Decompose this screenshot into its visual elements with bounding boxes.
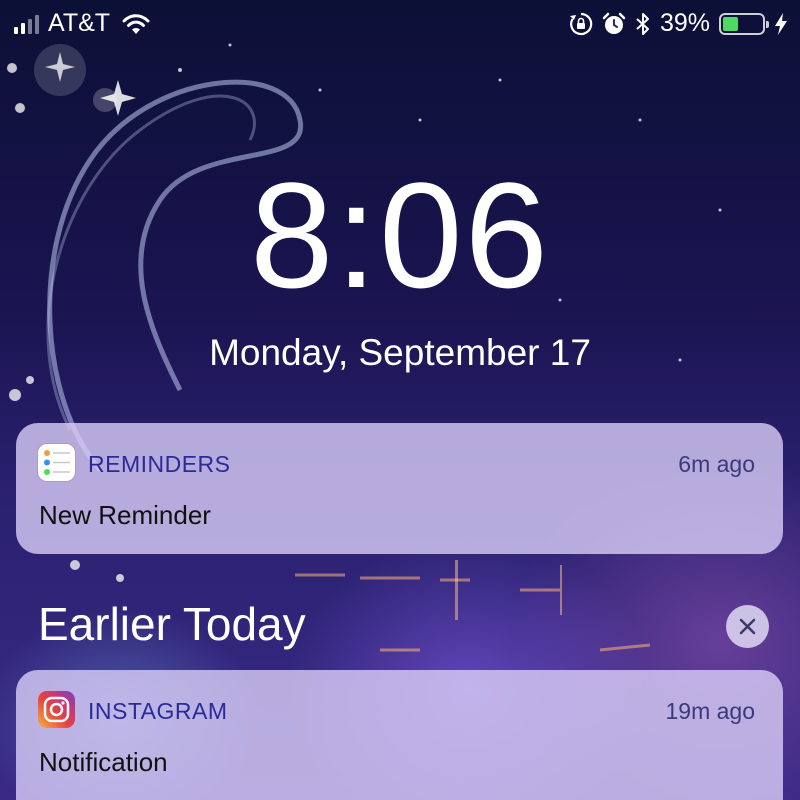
battery-icon [719, 12, 769, 35]
battery-level-fill [723, 16, 738, 31]
status-bar: AT&T 39% [0, 0, 800, 46]
notification-app-name: INSTAGRAM [88, 698, 228, 724]
instagram-app-icon [38, 691, 75, 728]
signal-icon [14, 14, 39, 34]
lock-screen-date: Monday, September 17 [209, 332, 591, 373]
notification-reminders[interactable]: REMINDERS 6m ago New Reminder [16, 423, 783, 554]
battery-percent: 39% [659, 9, 710, 37]
notification-instagram[interactable]: INSTAGRAM 19m ago Notification [16, 670, 783, 800]
alarm-icon [602, 12, 626, 34]
charging-bolt-icon [775, 12, 787, 35]
earlier-today-heading: Earlier Today [38, 598, 306, 650]
notification-time: 6m ago [678, 451, 755, 477]
lock-screen-time: 8:06 [250, 151, 550, 319]
lock-screen: AT&T 39% 8:06 Monday, September 17 REMIN… [0, 0, 800, 800]
notification-message: New Reminder [39, 500, 211, 530]
clear-notifications-button[interactable] [726, 605, 769, 648]
bluetooth-icon [636, 12, 649, 35]
rotation-lock-icon [569, 12, 593, 35]
notification-app-name: REMINDERS [88, 451, 231, 477]
notification-message: Notification [39, 747, 168, 777]
notification-time: 19m ago [665, 698, 755, 724]
wifi-icon [122, 13, 150, 34]
carrier-name: AT&T [48, 9, 111, 37]
reminders-app-icon [38, 444, 75, 481]
close-icon [739, 618, 756, 635]
